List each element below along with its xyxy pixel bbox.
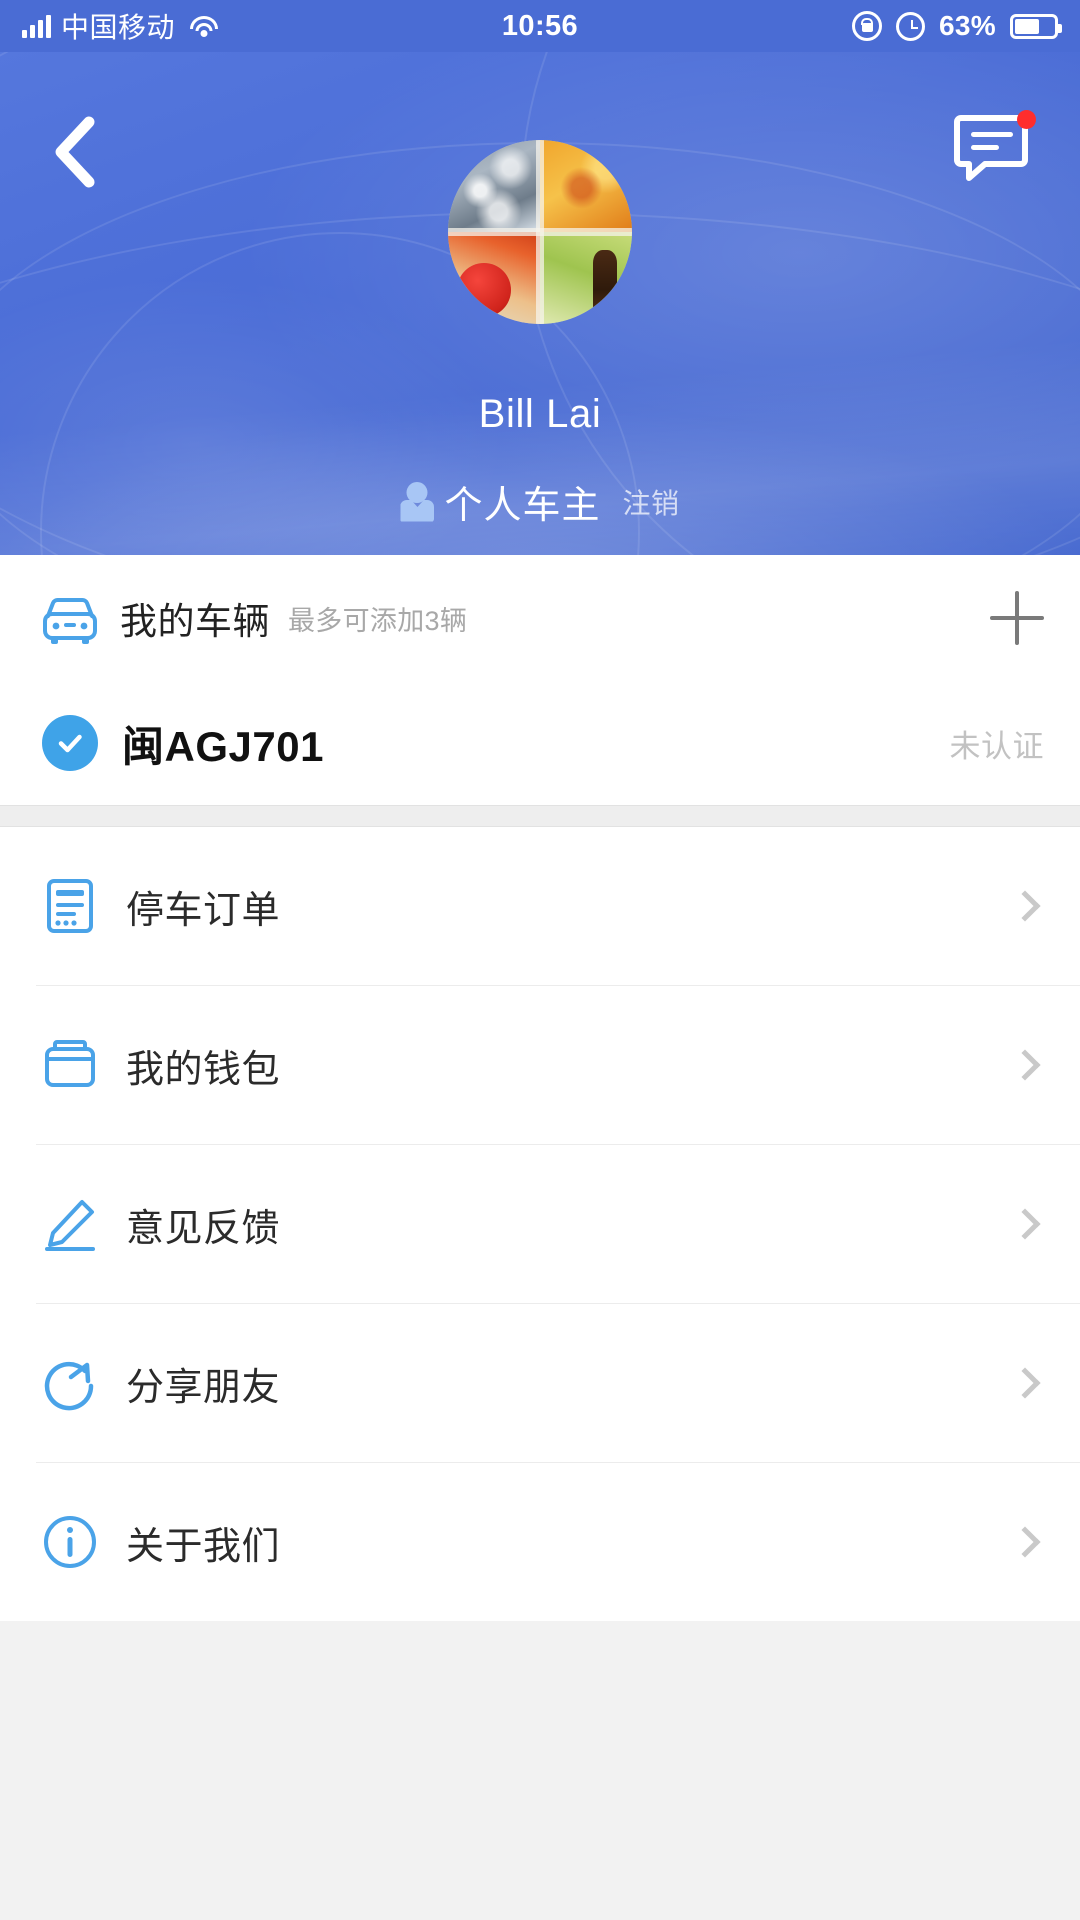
car-icon	[36, 592, 104, 644]
menu-item-label: 我的钱包	[126, 1038, 280, 1093]
page-background	[0, 1621, 1080, 1920]
vehicle-list-item[interactable]: 闽AGJ701 未认证	[0, 681, 1080, 805]
status-bar: 中国移动 10:56 63%	[0, 0, 1080, 52]
battery-percent-label: 63%	[939, 10, 996, 42]
vehicles-card: 我的车辆 最多可添加3辆 闽AGJ701 未认证	[0, 555, 1080, 805]
menu-item-feedback[interactable]: 意见反馈	[0, 1145, 1080, 1303]
back-chevron-icon	[51, 116, 97, 188]
chevron-right-icon	[1014, 1372, 1044, 1394]
user-role-label: 个人车主	[444, 474, 600, 529]
menu-item-about-us[interactable]: 关于我们	[0, 1463, 1080, 1621]
wifi-icon	[189, 15, 219, 38]
menu-card: 停车订单 我的钱包	[0, 827, 1080, 1621]
my-vehicles-subtitle: 最多可添加3辆	[288, 599, 467, 638]
user-role-row: 个人车主 注销	[0, 474, 1080, 529]
section-divider	[0, 805, 1080, 827]
wallet-icon	[36, 1039, 104, 1091]
status-bar-left: 中国移动	[22, 6, 219, 46]
back-button[interactable]	[34, 112, 114, 192]
messages-button[interactable]	[952, 110, 1038, 196]
main-content: 我的车辆 最多可添加3辆 闽AGJ701 未认证	[0, 555, 1080, 1920]
profile-header: Bill Lai 个人车主 注销	[0, 52, 1080, 555]
person-icon	[400, 482, 434, 522]
pencil-icon	[36, 1196, 104, 1252]
menu-item-parking-orders[interactable]: 停车订单	[0, 827, 1080, 985]
my-vehicles-row: 我的车辆 最多可添加3辆	[0, 555, 1080, 681]
menu-item-label: 分享朋友	[126, 1356, 280, 1411]
menu-item-label: 关于我们	[126, 1515, 280, 1570]
vehicle-verification-status: 未认证	[950, 721, 1045, 766]
menu-item-label: 停车订单	[126, 879, 280, 934]
add-vehicle-button[interactable]	[990, 591, 1044, 645]
document-lines-icon	[36, 877, 104, 935]
user-name: Bill Lai	[0, 392, 1080, 437]
battery-icon	[1010, 14, 1058, 39]
vehicle-plate-number: 闽AGJ701	[122, 713, 324, 774]
signal-bars-icon	[22, 14, 51, 38]
plus-icon	[990, 591, 1044, 645]
vehicle-status-wrap: 未认证	[950, 721, 1045, 766]
info-circle-icon	[36, 1514, 104, 1570]
carrier-label: 中国移动	[61, 6, 175, 46]
menu-item-share[interactable]: 分享朋友	[0, 1304, 1080, 1462]
check-circle-icon	[36, 715, 104, 771]
phone-screen: 中国移动 10:56 63%	[0, 0, 1080, 1920]
menu-item-my-wallet[interactable]: 我的钱包	[0, 986, 1080, 1144]
chevron-right-icon	[1014, 1213, 1044, 1235]
share-icon	[36, 1355, 104, 1411]
message-unread-badge	[1017, 110, 1036, 129]
my-vehicles-title: 我的车辆	[120, 591, 270, 645]
alarm-clock-icon	[896, 12, 925, 41]
status-bar-right: 63%	[852, 10, 1058, 42]
chevron-right-icon	[1014, 1531, 1044, 1553]
rotation-lock-icon	[852, 11, 882, 41]
avatar[interactable]	[448, 140, 632, 324]
menu-item-label: 意见反馈	[126, 1197, 280, 1252]
logout-button[interactable]: 注销	[623, 482, 680, 522]
chevron-right-icon	[1014, 895, 1044, 917]
chevron-right-icon	[1014, 1054, 1044, 1076]
